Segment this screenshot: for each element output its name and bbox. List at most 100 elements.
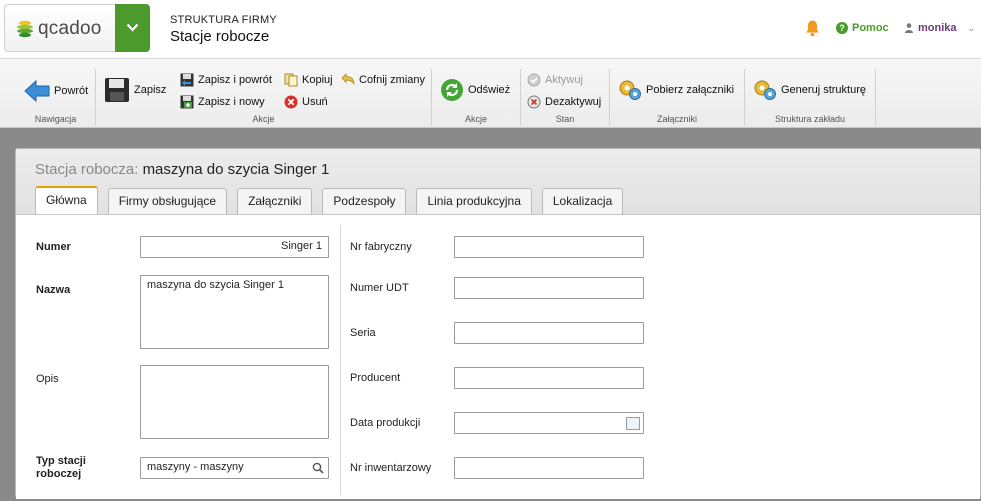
workstation-type-label-1: Typ stacji bbox=[36, 455, 86, 467]
ribbon-group-label: Struktura zakładu bbox=[774, 114, 846, 124]
copy-icon bbox=[284, 73, 298, 87]
back-label: Powrót bbox=[54, 85, 89, 97]
top-header: qcadoo STRUKTURA FIRMY Stacje robocze ? … bbox=[0, 0, 981, 58]
search-icon[interactable] bbox=[312, 462, 324, 474]
refresh-icon bbox=[441, 79, 463, 101]
copy-button[interactable]: Kopiuj bbox=[284, 73, 333, 87]
production-date-label: Data produkcji bbox=[350, 417, 421, 429]
delete-button[interactable]: Usuń bbox=[284, 95, 328, 109]
deactivate-label: Dezaktywuj bbox=[545, 96, 602, 108]
record-title-name: maszyna do szycia Singer 1 bbox=[142, 161, 330, 178]
ribbon-group-label: Akcje bbox=[464, 114, 487, 124]
description-label: Opis bbox=[36, 373, 59, 385]
help-link[interactable]: ? Pomoc bbox=[836, 22, 889, 34]
copy-label: Kopiuj bbox=[302, 74, 333, 86]
ribbon-group-structure: Generuj strukturę Struktura zakładu bbox=[745, 69, 876, 125]
name-field[interactable]: maszyna do szycia Singer 1 bbox=[140, 275, 329, 349]
ribbon-group-label: Nawigacja bbox=[34, 114, 77, 124]
activate-label: Aktywuj bbox=[545, 74, 583, 86]
refresh-label: Odśwież bbox=[468, 84, 511, 96]
ribbon-toolbar: Powrót Nawigacja Zapisz Zapisz i powrót … bbox=[0, 58, 981, 128]
user-caret-icon: ⌄ bbox=[967, 22, 976, 33]
delete-label: Usuń bbox=[302, 96, 328, 108]
save-and-back-button[interactable]: Zapisz i powrót bbox=[180, 73, 272, 87]
undo-label: Cofnij zmiany bbox=[359, 74, 426, 86]
number-label: Numer bbox=[36, 241, 71, 253]
ribbon-group-refresh: Odśwież Akcje bbox=[432, 69, 521, 125]
ribbon-group-label: Stan bbox=[555, 114, 575, 124]
generate-structure-label: Generuj strukturę bbox=[781, 84, 866, 96]
ribbon-group-state: Aktywuj Dezaktywuj Stan bbox=[521, 69, 610, 125]
workstation-type-value: maszyny - maszyny bbox=[147, 461, 244, 473]
ribbon-group-label: Akcje bbox=[252, 114, 275, 124]
download-attachments-label: Pobierz załączniki bbox=[646, 84, 735, 96]
save-and-new-button[interactable]: Zapisz i nowy bbox=[180, 95, 265, 109]
undo-icon bbox=[341, 73, 355, 86]
chevron-down-icon bbox=[126, 23, 139, 32]
help-icon: ? bbox=[836, 22, 848, 34]
series-field[interactable] bbox=[454, 322, 644, 344]
bell-icon[interactable] bbox=[804, 19, 821, 37]
record-panel: Stacja robocza: maszyna do szycia Singer… bbox=[15, 148, 981, 499]
generate-structure-button[interactable]: Generuj strukturę bbox=[753, 79, 866, 101]
main-menu-button[interactable] bbox=[115, 4, 150, 52]
udt-number-field[interactable] bbox=[454, 277, 644, 299]
record-title: Stacja robocza: maszyna do szycia Singer… bbox=[35, 161, 329, 178]
back-button[interactable]: Powrót bbox=[24, 79, 88, 103]
deactivate-button[interactable]: Dezaktywuj bbox=[527, 95, 601, 109]
name-label: Nazwa bbox=[36, 284, 71, 296]
production-date-field[interactable] bbox=[454, 412, 644, 434]
tab-main[interactable]: Główna bbox=[35, 186, 98, 214]
save-new-label: Zapisz i nowy bbox=[198, 96, 265, 108]
ribbon-group-navigation: Powrót Nawigacja bbox=[16, 69, 96, 125]
user-icon bbox=[905, 23, 913, 33]
save-back-icon bbox=[180, 73, 194, 87]
workstation-type-lookup[interactable]: maszyny - maszyny bbox=[140, 457, 329, 479]
serial-number-label: Nr fabryczny bbox=[350, 241, 412, 253]
tab-location[interactable]: Lokalizacja bbox=[541, 188, 624, 214]
tab-service-companies[interactable]: Firmy obsługujące bbox=[107, 188, 228, 214]
ribbon-group-attachments: Pobierz załączniki Załączniki bbox=[610, 69, 745, 125]
help-label: Pomoc bbox=[852, 22, 889, 34]
user-menu[interactable]: monika ⌄ bbox=[905, 22, 975, 34]
activate-button[interactable]: Aktywuj bbox=[527, 73, 583, 87]
inventory-number-field[interactable] bbox=[454, 457, 644, 479]
serial-number-field[interactable] bbox=[454, 236, 644, 258]
save-back-label: Zapisz i powrót bbox=[198, 74, 272, 86]
number-field[interactable]: Singer 1 bbox=[140, 236, 329, 258]
producer-label: Producent bbox=[350, 372, 401, 384]
description-field[interactable] bbox=[140, 365, 329, 439]
deactivate-icon bbox=[527, 95, 541, 109]
page-title: Stacje robocze bbox=[170, 28, 270, 45]
record-title-label: Stacja robocza: bbox=[35, 161, 139, 178]
logo[interactable]: qcadoo bbox=[4, 4, 116, 52]
producer-field[interactable] bbox=[454, 367, 644, 389]
user-name: monika bbox=[918, 22, 957, 34]
calendar-icon[interactable] bbox=[626, 417, 640, 430]
tab-bar: Główna Firmy obsługujące Załączniki Podz… bbox=[35, 186, 624, 214]
logo-text: qcadoo bbox=[38, 18, 102, 39]
column-divider bbox=[340, 225, 341, 495]
form-main: Numer Singer 1 Nazwa maszyna do szycia S… bbox=[16, 215, 980, 499]
gears-icon bbox=[619, 80, 641, 100]
udt-number-label: Numer UDT bbox=[350, 282, 409, 294]
series-label: Seria bbox=[350, 327, 376, 339]
ribbon-group-actions: Zapisz Zapisz i powrót Zapisz i nowy Kop… bbox=[96, 69, 432, 125]
tab-attachments[interactable]: Załączniki bbox=[237, 188, 313, 214]
qcadoo-logo-icon bbox=[17, 20, 33, 38]
tab-subassemblies[interactable]: Podzespoły bbox=[322, 188, 407, 214]
ribbon-group-label: Załączniki bbox=[656, 114, 697, 124]
save-label: Zapisz bbox=[134, 84, 167, 96]
back-arrow-icon bbox=[24, 79, 50, 103]
inventory-number-label: Nr inwentarzowy bbox=[350, 462, 432, 474]
activate-icon bbox=[527, 73, 541, 87]
floppy-icon bbox=[105, 78, 129, 102]
gears-icon bbox=[754, 80, 776, 100]
undo-button[interactable]: Cofnij zmiany bbox=[341, 73, 425, 87]
workstation-type-label-2: roboczej bbox=[36, 468, 82, 480]
save-button[interactable]: Zapisz bbox=[104, 77, 166, 103]
refresh-button[interactable]: Odśwież bbox=[440, 78, 510, 102]
breadcrumb-section: STRUKTURA FIRMY bbox=[170, 14, 277, 26]
download-attachments-button[interactable]: Pobierz załączniki bbox=[618, 79, 734, 101]
tab-production-line[interactable]: Linia produkcyjna bbox=[416, 188, 532, 214]
